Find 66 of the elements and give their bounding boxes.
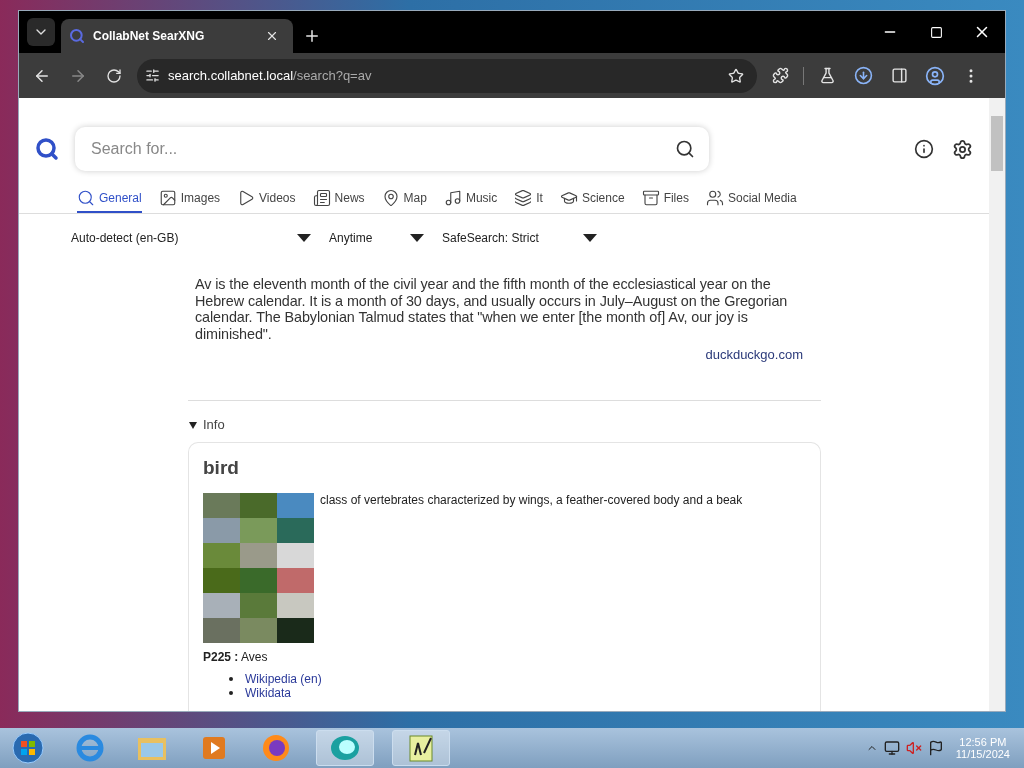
tab-list-button[interactable] xyxy=(27,18,55,46)
chat-app-icon[interactable] xyxy=(316,730,374,766)
settings-icon[interactable] xyxy=(951,138,973,160)
category-tab[interactable]: General xyxy=(77,187,142,213)
caret-icon xyxy=(297,234,311,242)
profile-icon[interactable] xyxy=(925,65,945,86)
info-toggle[interactable]: Info xyxy=(188,417,821,432)
category-icon xyxy=(77,189,95,207)
category-icon xyxy=(237,189,256,207)
address-bar[interactable]: search.collabnet.local/search?q=av xyxy=(137,58,757,93)
search-icon xyxy=(69,28,85,44)
answer-text: Av is the eleventh month of the civil year and the fifth month of the ecclesiastical year on the Hebrew calendar. It is a month of 30 days, and usually occurs in July–August on the Gregorian calendar. The Babylonian Talmud states that "when we enter [the month of] Av, our joy is diminished". xyxy=(195,276,789,342)
category-tab[interactable]: Music xyxy=(443,187,498,213)
site-info-icon[interactable] xyxy=(145,68,160,83)
category-tab[interactable]: News xyxy=(312,187,365,213)
infobox-link[interactable]: Wikipedia (en) xyxy=(245,672,322,686)
info-icon[interactable] xyxy=(914,139,934,159)
url-host: search.collabnet.local xyxy=(168,68,294,83)
category-tab[interactable]: It xyxy=(514,187,543,213)
search-input[interactable]: Search for... xyxy=(89,139,675,159)
filter-select[interactable]: Auto-detect (en-GB) xyxy=(71,231,311,245)
filter-select[interactable]: SafeSearch: Strict xyxy=(442,231,597,245)
puzzle-icon[interactable] xyxy=(771,67,789,84)
network-icon[interactable] xyxy=(883,740,900,756)
bullet-icon xyxy=(229,677,233,681)
category-icon xyxy=(641,189,660,207)
browser-tab[interactable]: CollabNet SearXNG xyxy=(61,19,293,53)
category-tab[interactable]: Map xyxy=(381,187,427,213)
category-tab[interactable]: Science xyxy=(559,187,625,213)
category-icon xyxy=(381,189,400,207)
filter-select[interactable]: Anytime xyxy=(329,231,424,245)
caret-icon xyxy=(188,419,198,430)
side-panel-icon[interactable] xyxy=(890,67,908,84)
infobox-attribute: P225 : Aves xyxy=(203,650,269,664)
flag-icon[interactable] xyxy=(927,740,944,756)
star-icon[interactable] xyxy=(728,67,744,84)
maximize-icon[interactable] xyxy=(929,25,943,39)
reload-icon[interactable] xyxy=(106,67,122,84)
category-icon xyxy=(705,189,724,207)
search-icon[interactable] xyxy=(675,139,695,159)
download-icon[interactable] xyxy=(853,66,873,85)
category-tab[interactable]: Social Media xyxy=(705,187,797,213)
notepad-icon[interactable] xyxy=(392,730,450,766)
url-path: /search?q=av xyxy=(293,68,372,83)
scrollbar[interactable] xyxy=(989,98,1005,711)
infobox-title: bird xyxy=(203,457,240,479)
caret-icon xyxy=(583,234,597,242)
category-icon xyxy=(443,189,462,207)
new-tab-icon[interactable] xyxy=(303,27,321,45)
close-tab-icon[interactable] xyxy=(265,29,279,43)
flask-icon[interactable] xyxy=(818,67,836,84)
volume-muted-icon[interactable] xyxy=(905,740,922,756)
category-tab[interactable]: Videos xyxy=(237,187,296,213)
caret-icon xyxy=(410,234,424,242)
category-icon xyxy=(514,189,533,207)
bullet-icon xyxy=(229,691,233,695)
search-field[interactable]: Search for... xyxy=(75,127,709,171)
source-link[interactable]: duckduckgo.com xyxy=(705,347,803,362)
category-icon xyxy=(158,189,177,207)
infobox-description: class of vertebrates characterized by wings, a feather-covered body and a beak xyxy=(320,493,743,509)
category-icon xyxy=(312,189,331,207)
logo-search-icon[interactable] xyxy=(35,137,59,161)
infobox-link[interactable]: Wikidata xyxy=(245,686,291,700)
category-tab[interactable]: Files xyxy=(641,187,689,213)
category-tab[interactable]: Images xyxy=(158,187,221,213)
category-icon xyxy=(559,189,578,207)
